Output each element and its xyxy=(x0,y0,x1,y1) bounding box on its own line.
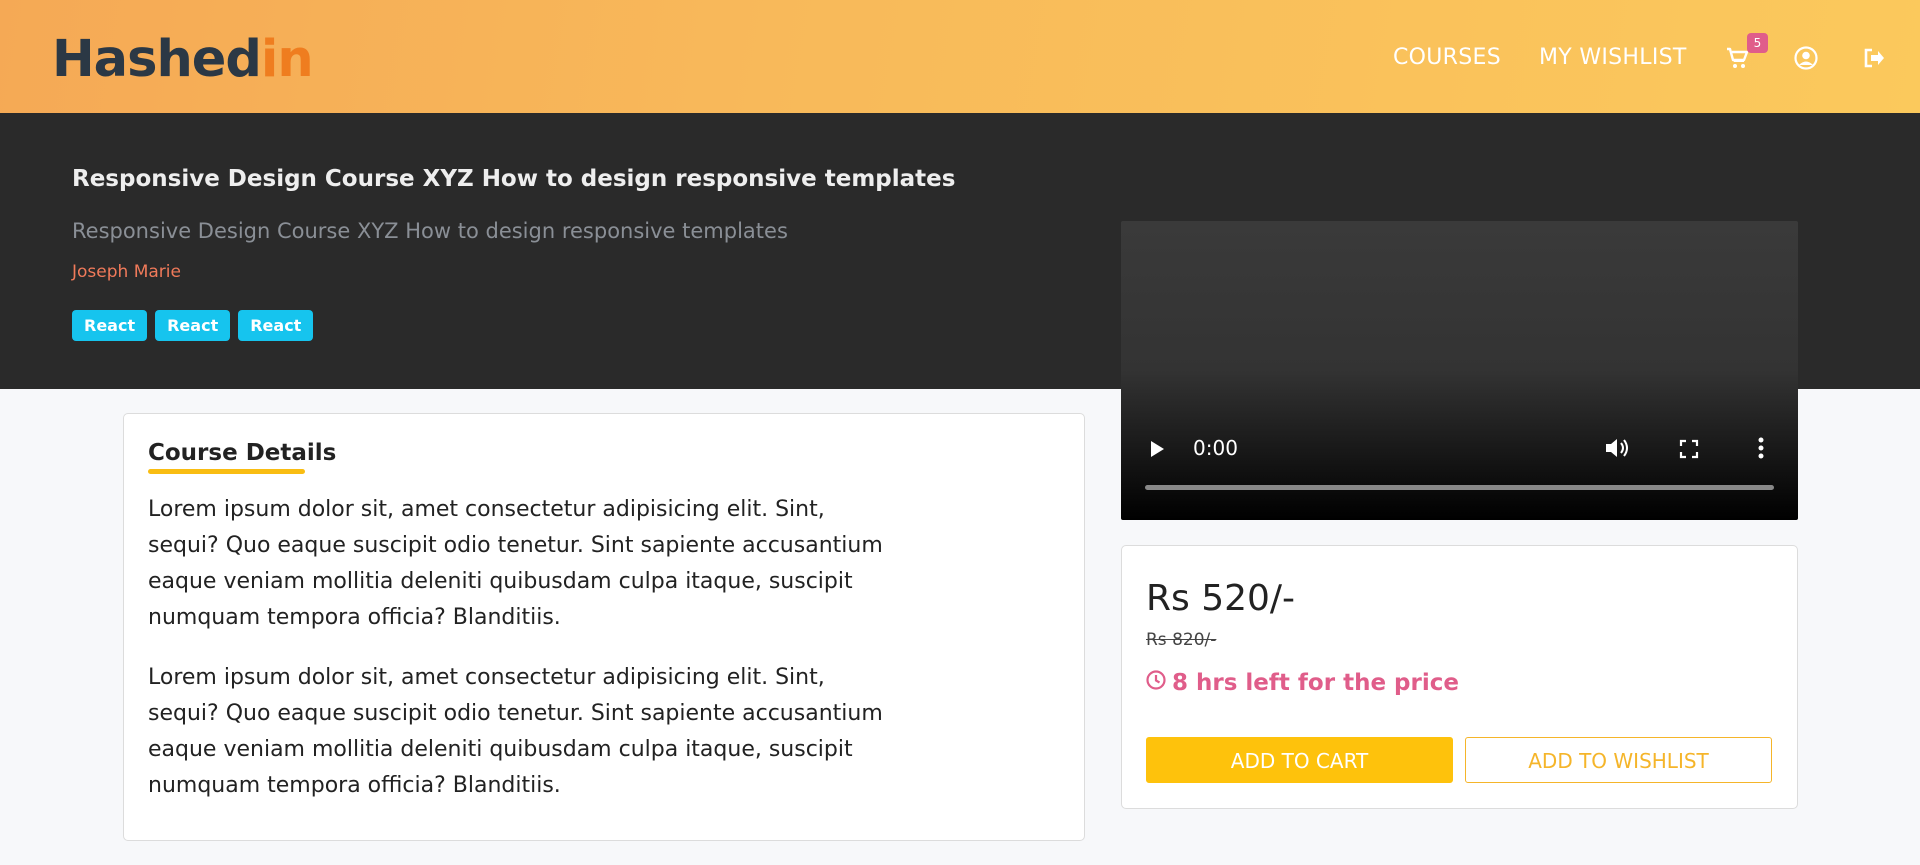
course-details-heading: Course Details xyxy=(148,440,337,466)
price-timer: 8 hrs left for the price xyxy=(1146,670,1459,696)
video-player[interactable] xyxy=(1121,221,1798,520)
original-price: Rs 820/- xyxy=(1146,630,1217,650)
tag-badge: React xyxy=(155,310,231,341)
current-price: Rs 520/- xyxy=(1146,578,1296,619)
tag-badge: React xyxy=(238,310,314,341)
logo-text-main: Hashed xyxy=(52,30,262,89)
user-circle-icon[interactable] xyxy=(1794,46,1818,70)
fullscreen-icon[interactable] xyxy=(1679,439,1699,463)
cart-count-badge: 5 xyxy=(1747,33,1768,53)
course-description-paragraph: Lorem ipsum dolor sit, amet consectetur … xyxy=(148,665,883,798)
tag-badge: React xyxy=(72,310,148,341)
course-author: Joseph Marie xyxy=(72,262,181,282)
tag-list: React React React xyxy=(72,310,314,341)
course-title: Responsive Design Course XYZ How to desi… xyxy=(72,166,956,192)
timer-text: 8 hrs left for the price xyxy=(1172,670,1459,696)
clock-icon xyxy=(1146,670,1166,696)
course-subtitle: Responsive Design Course XYZ How to desi… xyxy=(72,219,788,243)
course-description-paragraph: Lorem ipsum dolor sit, amet consectetur … xyxy=(148,497,883,630)
play-icon[interactable] xyxy=(1148,438,1168,464)
nav-wishlist-link[interactable]: MY WISHLIST xyxy=(1539,45,1687,70)
logo-text-accent: in xyxy=(260,30,314,89)
nav-courses-link[interactable]: COURSES xyxy=(1393,45,1501,70)
logo[interactable]: Hashed in xyxy=(52,30,314,90)
sign-out-icon[interactable] xyxy=(1862,46,1886,70)
video-progress-bar[interactable] xyxy=(1145,485,1774,490)
top-header: Hashed in COURSES MY WISHLIST 5 xyxy=(0,0,1920,113)
volume-icon[interactable] xyxy=(1604,436,1630,464)
heading-underline xyxy=(148,469,305,474)
add-to-cart-button[interactable]: ADD TO CART xyxy=(1146,737,1453,783)
video-time: 0:00 xyxy=(1193,436,1238,460)
add-to-wishlist-button[interactable]: ADD TO WISHLIST xyxy=(1465,737,1772,783)
more-options-icon[interactable] xyxy=(1758,437,1764,463)
